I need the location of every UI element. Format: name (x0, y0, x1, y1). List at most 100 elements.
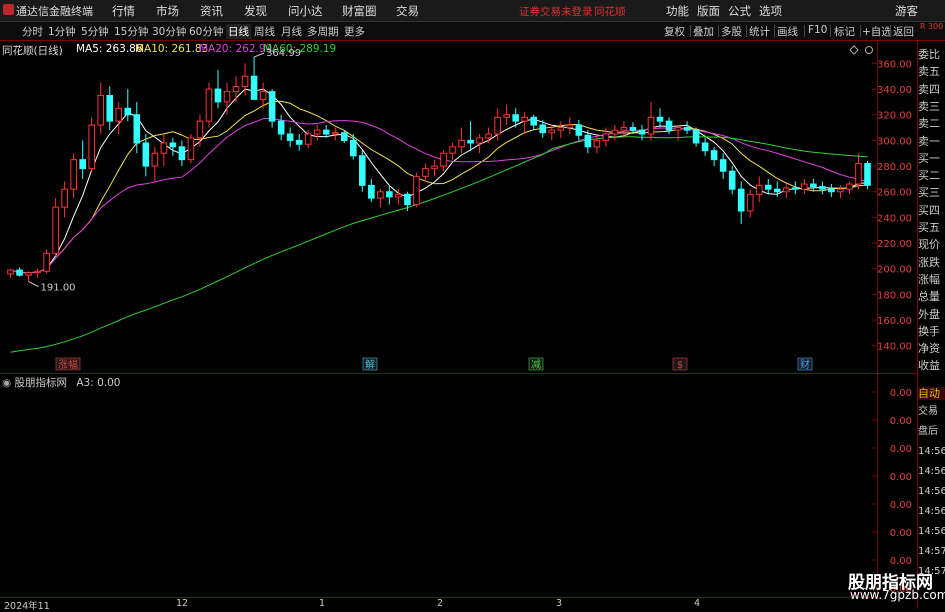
candle[interactable] (25, 271, 32, 282)
stats-button[interactable]: 统计 (749, 24, 770, 39)
candle[interactable] (764, 178, 772, 195)
candle[interactable] (503, 104, 510, 126)
candle[interactable] (458, 127, 465, 154)
candle[interactable] (846, 181, 853, 195)
menu-jiaoyi[interactable]: 交易 (396, 3, 419, 19)
candle[interactable] (34, 268, 41, 278)
candle[interactable] (440, 150, 447, 172)
event-tag[interactable]: 涨幅 (55, 357, 81, 371)
candle[interactable] (178, 140, 186, 167)
menu-xuanxiang[interactable]: 选项 (759, 3, 782, 19)
candle[interactable] (16, 267, 23, 277)
candle[interactable] (359, 150, 366, 192)
period-more[interactable]: 更多 (344, 24, 365, 39)
candle[interactable] (575, 119, 583, 141)
multi-stock-button[interactable]: 多股 (721, 24, 742, 39)
menu-shichang[interactable]: 市场 (156, 3, 179, 19)
add-favorite-button[interactable]: +自选 (862, 24, 892, 39)
candle[interactable] (837, 185, 844, 199)
candle[interactable] (7, 268, 14, 278)
candle[interactable] (187, 133, 195, 164)
candle[interactable] (530, 114, 538, 131)
candle[interactable] (115, 101, 123, 134)
auto-button[interactable]: 自动 (918, 387, 945, 400)
candle[interactable] (368, 178, 375, 203)
candle[interactable] (485, 127, 492, 143)
candle[interactable] (611, 125, 619, 141)
candle[interactable] (377, 189, 384, 208)
candle[interactable] (810, 178, 817, 192)
event-tag[interactable]: 解 (362, 357, 378, 371)
overlay-button[interactable]: 叠加 (693, 24, 714, 39)
candle[interactable] (512, 108, 519, 128)
candle[interactable] (196, 114, 204, 147)
candle[interactable] (557, 121, 565, 138)
candle[interactable] (737, 181, 745, 224)
period-monthly[interactable]: 月线 (281, 24, 302, 39)
candle[interactable] (746, 189, 754, 218)
period-30min[interactable]: 30分钟 (152, 24, 186, 39)
candle[interactable] (828, 184, 835, 197)
candle[interactable] (268, 89, 276, 128)
candle[interactable] (701, 137, 709, 156)
candle[interactable] (467, 121, 474, 151)
guest-label[interactable]: 游客 (895, 3, 918, 19)
candle[interactable] (313, 125, 321, 141)
candle[interactable] (449, 142, 456, 160)
candle[interactable] (855, 153, 862, 190)
back-button[interactable]: 返回 (893, 24, 914, 39)
candle[interactable] (792, 181, 799, 195)
candle[interactable] (169, 137, 177, 156)
candle[interactable] (656, 108, 664, 128)
menu-gongneng[interactable]: 功能 (666, 3, 689, 19)
candle[interactable] (422, 163, 429, 182)
candle[interactable] (864, 160, 871, 190)
menu-caifuquan[interactable]: 财富圈 (342, 3, 377, 19)
candle[interactable] (566, 117, 574, 134)
candle[interactable] (52, 198, 59, 256)
menu-zixun[interactable]: 资讯 (200, 3, 223, 19)
mark-button[interactable]: 标记 (834, 24, 855, 39)
candle[interactable] (783, 184, 790, 199)
candle[interactable] (819, 181, 826, 195)
candle[interactable] (431, 159, 438, 177)
candle[interactable] (223, 82, 231, 115)
period-multi[interactable]: 多周期 (307, 24, 339, 39)
period-5min[interactable]: 5分钟 (81, 24, 109, 39)
period-1min[interactable]: 1分钟 (48, 24, 76, 39)
candle[interactable] (286, 127, 294, 147)
candle[interactable] (295, 133, 303, 151)
candle[interactable] (43, 249, 50, 274)
event-tag[interactable]: 减 (528, 357, 544, 371)
menu-banmian[interactable]: 版面 (697, 3, 720, 19)
candle[interactable] (160, 133, 168, 167)
menu-faxian[interactable]: 发现 (244, 3, 267, 19)
candle[interactable] (88, 117, 95, 173)
candle[interactable] (647, 101, 655, 141)
period-fenshi[interactable]: 分时 (22, 24, 43, 39)
candle[interactable] (638, 125, 646, 141)
candle[interactable] (205, 82, 213, 128)
candle[interactable] (70, 153, 77, 199)
event-tag[interactable]: 财 (797, 357, 813, 371)
indicator-pane[interactable]: 0.000.000.000.000.000.000.000.00 (0, 373, 918, 597)
candle[interactable] (692, 127, 700, 147)
menu-wenxiaoda[interactable]: 问小达 (288, 3, 323, 19)
candle[interactable] (801, 178, 808, 195)
menu-gongshi[interactable]: 公式 (728, 3, 751, 19)
candle[interactable] (151, 146, 159, 182)
login-status[interactable]: 证券交易未登录 (519, 4, 593, 19)
f10-button[interactable]: F10 (808, 24, 827, 36)
candle[interactable] (61, 181, 68, 218)
candle[interactable] (79, 140, 86, 179)
candle[interactable] (331, 127, 339, 141)
period-weekly[interactable]: 周线 (254, 24, 275, 39)
candle[interactable] (755, 176, 763, 203)
menu-hangqing[interactable]: 行情 (112, 3, 135, 19)
candle[interactable] (277, 114, 285, 141)
period-60min[interactable]: 60分钟 (189, 24, 223, 39)
candle[interactable] (521, 112, 528, 134)
candle[interactable] (602, 127, 610, 147)
candle[interactable] (106, 86, 114, 131)
candle[interactable] (719, 153, 727, 179)
